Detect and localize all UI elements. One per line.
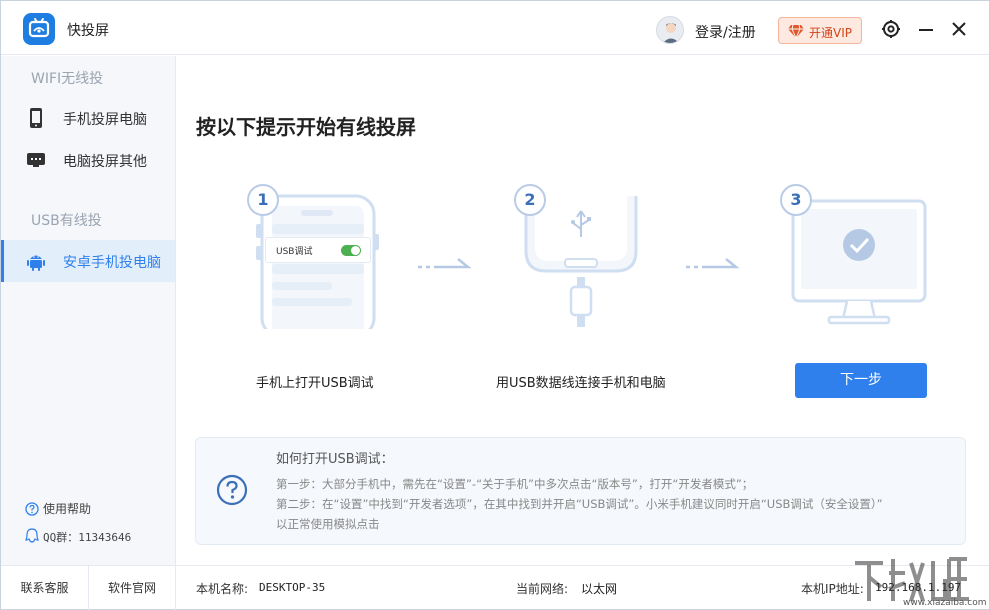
- sidebar-item-pc-to-other[interactable]: 电脑投屏其他: [1, 139, 175, 181]
- pc-name-label: 本机名称:: [196, 582, 249, 596]
- usb-debug-toggle: [341, 245, 361, 256]
- step3-number: 3: [780, 184, 812, 216]
- sidebar-item-android-to-pc[interactable]: 安卓手机投电脑: [1, 240, 175, 282]
- android-icon: [27, 251, 45, 271]
- diamond-icon: [788, 24, 804, 38]
- phone-icon: [27, 108, 45, 128]
- contact-support-button[interactable]: 联系客服: [1, 566, 89, 610]
- sidebar: WIFI无线投 手机投屏电脑 电脑投屏其他 USB有线投 安卓手机投电脑 使用帮…: [1, 56, 176, 565]
- sidebar-item-label: 电脑投屏其他: [63, 154, 147, 170]
- app-title: 快投屏: [67, 23, 109, 39]
- login-register-link[interactable]: 登录/注册: [695, 22, 756, 42]
- monitor-icon: [27, 150, 45, 170]
- section-wifi-title: WIFI无线投: [31, 71, 104, 87]
- app-window: 快投屏 登录/注册 开通VIP WIFI无线投 手机投屏电脑 电脑投屏其他 US…: [0, 0, 990, 610]
- help-box-title: 如何打开USB调试：: [276, 452, 394, 467]
- question-circle-icon: [216, 474, 248, 506]
- network-value: 以太网: [581, 582, 618, 596]
- watermark-url: www.xiazaiba.com: [903, 598, 987, 608]
- help-step2-continued-text: 以正常使用模拟点击: [276, 517, 380, 531]
- help-link[interactable]: 使用帮助: [25, 500, 91, 517]
- network-label: 当前网络:: [516, 582, 569, 596]
- settings-gear-icon[interactable]: [881, 19, 901, 39]
- pc-name-value: DESKTOP-35: [259, 581, 326, 594]
- help-icon: [25, 502, 39, 516]
- usb-debug-help-box: 如何打开USB调试： 第一步：大部分手机中，需先在“设置”-“关于手机”中多次点…: [195, 437, 966, 545]
- section-usb-title: USB有线投: [31, 213, 102, 229]
- status-bar: 联系客服 软件官网 本机名称: DESKTOP-35 当前网络: 以太网 本机I…: [1, 565, 989, 610]
- sidebar-item-label: 安卓手机投电脑: [63, 255, 161, 271]
- minimize-icon[interactable]: [916, 19, 936, 39]
- step2-number: 2: [514, 184, 546, 216]
- arrow-right-icon: [418, 258, 472, 269]
- arrow-right-icon: [686, 258, 740, 269]
- next-step-button[interactable]: 下一步: [795, 363, 927, 398]
- help-step2-text: 第二步：在“设置”中找到“开发者选项”，在其中找到并开启“USB调试”。小米手机…: [276, 497, 883, 511]
- vip-button[interactable]: 开通VIP: [778, 17, 862, 44]
- app-logo-icon: [23, 13, 55, 45]
- sidebar-item-label: 手机投屏电脑: [63, 112, 147, 128]
- close-icon[interactable]: [949, 19, 969, 39]
- qq-label: QQ群：11343646: [43, 531, 132, 544]
- qq-group-info: QQ群：11343646: [25, 528, 131, 545]
- step1-caption: 手机上打开USB调试: [256, 376, 374, 391]
- sidebar-item-phone-to-pc[interactable]: 手机投屏电脑: [1, 97, 175, 139]
- help-label: 使用帮助: [43, 502, 92, 516]
- step2-caption: 用USB数据线连接手机和电脑: [496, 376, 666, 391]
- page-title: 按以下提示开始有线投屏: [196, 115, 416, 139]
- title-bar: 快投屏 登录/注册 开通VIP: [1, 1, 989, 55]
- vip-label: 开通VIP: [809, 26, 852, 40]
- help-step1-text: 第一步：大部分手机中，需先在“设置”-“关于手机”中多次点击“版本号”，打开“开…: [276, 477, 754, 491]
- step3-monitor-illustration: [791, 199, 927, 325]
- usb-debug-setting-row: USB调试: [265, 237, 371, 263]
- user-avatar[interactable]: [656, 16, 684, 44]
- official-website-button[interactable]: 软件官网: [89, 566, 176, 610]
- qq-icon: [25, 528, 39, 543]
- usb-debug-setting-label: USB调试: [276, 247, 313, 257]
- step1-number: 1: [247, 184, 279, 216]
